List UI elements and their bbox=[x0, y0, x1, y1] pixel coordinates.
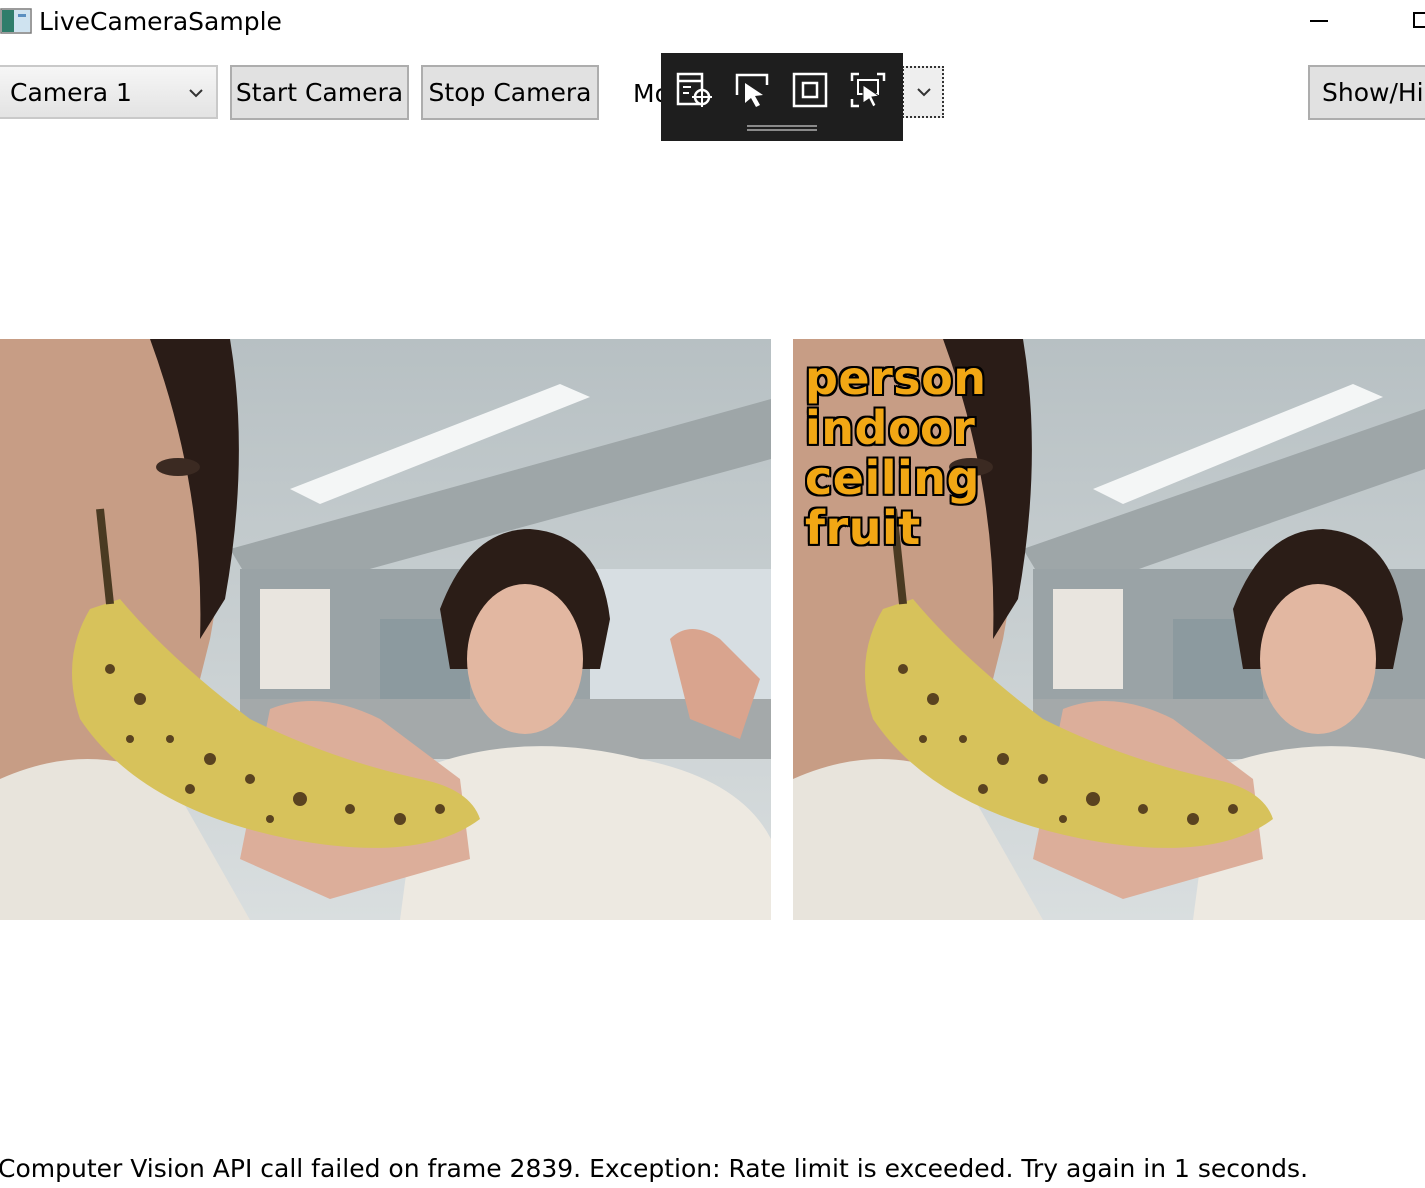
xaml-debug-toolbar bbox=[661, 53, 903, 141]
app-window-icon bbox=[0, 8, 32, 34]
track-focused-element-icon[interactable] bbox=[849, 71, 887, 109]
start-camera-button[interactable]: Start Camera bbox=[230, 65, 409, 120]
display-layout-adorners-icon[interactable] bbox=[791, 71, 829, 109]
status-message: Computer Vision API call failed on frame… bbox=[0, 1154, 1309, 1183]
maximize-icon[interactable] bbox=[1413, 12, 1425, 28]
vision-tag: person bbox=[805, 351, 987, 405]
minimize-icon[interactable] bbox=[1310, 20, 1328, 22]
live-camera-frame bbox=[0, 339, 771, 920]
live-visual-tree-icon[interactable] bbox=[675, 71, 713, 109]
vision-tag: indoor bbox=[805, 401, 976, 455]
toolbar-grip[interactable] bbox=[747, 125, 817, 131]
vision-tag: ceiling bbox=[805, 451, 980, 505]
title-bar: LiveCameraSample bbox=[0, 0, 1425, 46]
vision-tag: fruit bbox=[805, 501, 921, 555]
select-element-icon[interactable] bbox=[733, 71, 771, 109]
camera-select-value: Camera 1 bbox=[10, 78, 132, 107]
show-hide-button[interactable]: Show/Hid bbox=[1308, 65, 1425, 120]
stop-camera-button[interactable]: Stop Camera bbox=[421, 65, 599, 120]
window-title: LiveCameraSample bbox=[39, 7, 282, 36]
chevron-down-icon bbox=[917, 88, 931, 97]
camera-select[interactable]: Camera 1 bbox=[0, 65, 218, 119]
analysis-frame: person indoor ceiling fruit bbox=[793, 339, 1425, 920]
camera-frame-image bbox=[0, 339, 771, 920]
mode-select[interactable] bbox=[902, 66, 944, 118]
chevron-down-icon bbox=[189, 89, 203, 98]
vision-tags: person indoor ceiling fruit bbox=[805, 353, 987, 553]
